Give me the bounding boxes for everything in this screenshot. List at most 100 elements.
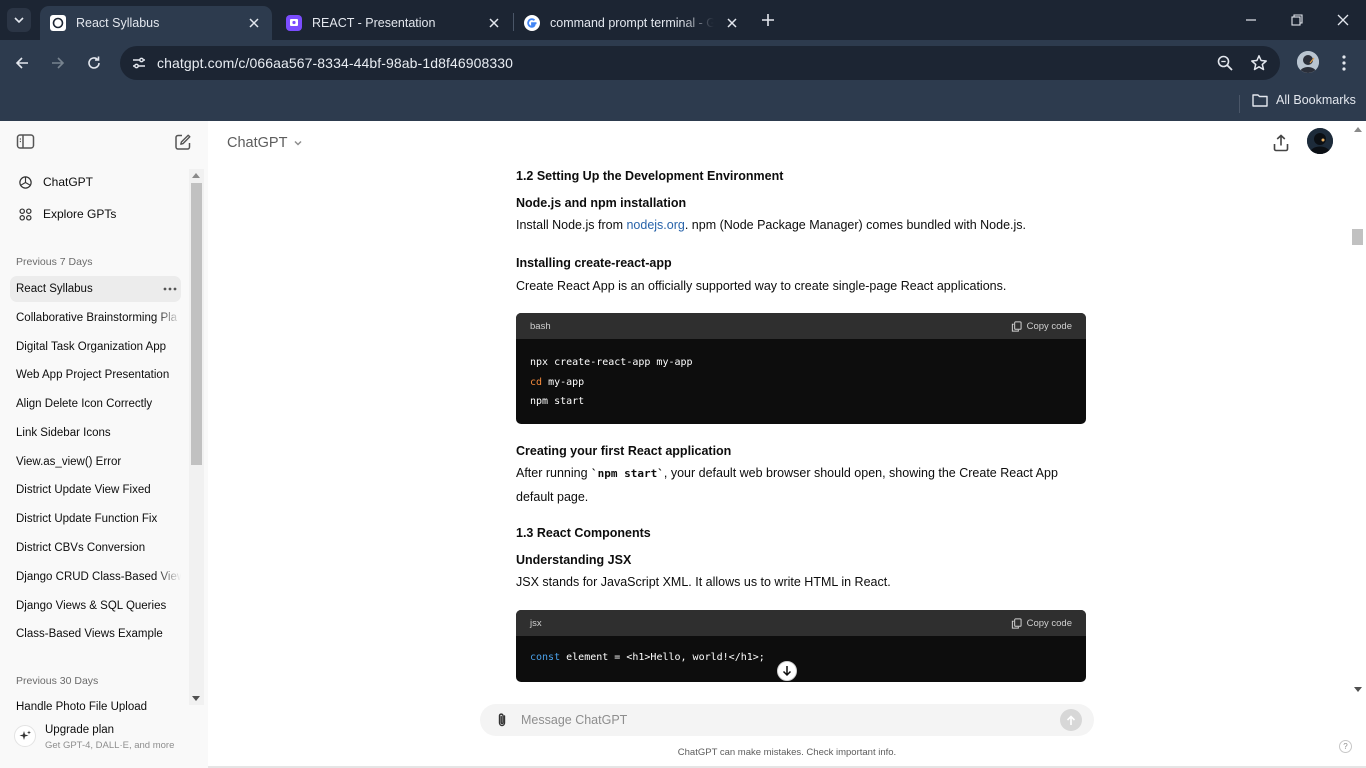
code-token: my-app (542, 376, 585, 388)
section-previous-7-days: Previous 7 Days (16, 256, 93, 268)
tab-title: React Syllabus (76, 16, 160, 30)
nodejs-link[interactable]: nodejs.org (626, 218, 684, 232)
scroll-up-arrow-icon[interactable] (1354, 127, 1362, 132)
address-bar[interactable]: chatgpt.com/c/066aa567-8334-44bf-98ab-1d… (120, 46, 1280, 80)
history-item[interactable]: View.as_view() Error (10, 449, 181, 475)
browser-toolbar: chatgpt.com/c/066aa567-8334-44bf-98ab-1d… (0, 40, 1366, 86)
history-item[interactable]: React Syllabus (10, 276, 181, 302)
message-input[interactable] (521, 710, 1041, 730)
history-item[interactable]: Align Delete Icon Correctly (10, 391, 181, 417)
url-text[interactable]: chatgpt.com/c/066aa567-8334-44bf-98ab-1d… (157, 55, 513, 71)
restore-window-button[interactable] (1274, 0, 1320, 40)
close-tab-icon[interactable] (246, 15, 262, 31)
user-avatar[interactable] (1307, 128, 1333, 154)
history-item[interactable]: Django CRUD Class-Based View (10, 564, 181, 590)
history-item-label: Collaborative Brainstorming Pla (16, 312, 178, 324)
grid-icon (19, 207, 32, 221)
history-item[interactable]: Web App Project Presentation (10, 362, 181, 388)
text: Install Node.js from (516, 218, 627, 232)
minimize-icon (1246, 19, 1256, 21)
code-content: npx create-react-app my-app cd my-app np… (516, 339, 1086, 424)
sidebar-item-label: Explore GPTs (43, 207, 117, 221)
scrollbar-thumb[interactable] (191, 183, 202, 465)
bookmarks-bar: All Bookmarks (0, 86, 1366, 121)
back-button[interactable] (10, 51, 34, 75)
section-heading: 1.3 React Components (516, 526, 651, 540)
history-item-label: Align Delete Icon Correctly (16, 398, 153, 410)
tab-react-syllabus[interactable]: React Syllabus (40, 6, 272, 40)
history-item[interactable]: Digital Task Organization App (10, 334, 181, 360)
scroll-up-arrow-icon[interactable] (192, 173, 200, 178)
sidebar-toggle-icon[interactable] (16, 133, 36, 151)
all-bookmarks-button[interactable]: All Bookmarks (1252, 93, 1356, 107)
arrow-down-icon (782, 666, 792, 677)
zoom-icon[interactable] (1216, 54, 1234, 72)
history-item[interactable]: District CBVs Conversion (10, 535, 181, 561)
tab-search-button[interactable] (7, 8, 31, 32)
new-tab-button[interactable] (757, 9, 779, 31)
close-tab-icon[interactable] (724, 15, 740, 31)
plus-icon (762, 14, 774, 26)
openai-logo-icon (19, 175, 32, 189)
history-item[interactable]: Django Views & SQL Queries (10, 593, 181, 619)
code-token: element = <h1>Hello, world!</h1>; (560, 652, 765, 663)
model-selector[interactable]: ChatGPT (227, 135, 303, 151)
new-chat-icon[interactable] (174, 133, 192, 151)
browser-profile-avatar[interactable] (1297, 51, 1319, 73)
history-item[interactable]: Collaborative Brainstorming Pla (10, 305, 181, 331)
sidebar-scrollbar[interactable] (189, 169, 204, 705)
scroll-to-bottom-button[interactable] (777, 661, 797, 681)
close-window-button[interactable] (1320, 0, 1366, 40)
close-icon (1337, 14, 1349, 26)
section-previous-30-days: Previous 30 Days (16, 675, 99, 687)
history-item[interactable]: Link Sidebar Icons (10, 420, 181, 446)
paragraph: After running `npm start`, your default … (516, 462, 1086, 508)
history-item[interactable]: Class-Based Views Example (10, 621, 181, 647)
scroll-down-arrow-icon[interactable] (192, 696, 200, 701)
main-scrollbar[interactable] (1349, 121, 1366, 696)
history-item-label: District Update View Fixed (16, 484, 151, 496)
inline-code: `npm start` (591, 467, 664, 480)
code-token: const (530, 652, 561, 663)
reload-icon (88, 56, 100, 69)
more-vertical-icon (1342, 55, 1346, 71)
reload-button[interactable] (82, 51, 106, 75)
upgrade-plan-button[interactable]: Upgrade plan Get GPT-4, DALL·E, and more (10, 718, 190, 754)
history-item[interactable]: District Update View Fixed (10, 477, 181, 503)
presentation-favicon-icon (286, 15, 302, 31)
sidebar-item-chatgpt[interactable]: ChatGPT (10, 168, 180, 196)
forward-button[interactable] (46, 51, 70, 75)
copy-code-button[interactable]: Copy code (1011, 321, 1072, 332)
scrollbar-thumb[interactable] (1352, 229, 1363, 245)
browser-menu-button[interactable] (1337, 51, 1351, 75)
history-item[interactable]: District Update Function Fix (10, 506, 181, 532)
sidebar: ChatGPT Explore GPTs Previous 7 Days Rea… (0, 121, 208, 768)
tab-command-prompt[interactable]: command prompt terminal - Go (514, 6, 750, 40)
share-icon[interactable] (1271, 133, 1291, 153)
sidebar-item-explore-gpts[interactable]: Explore GPTs (10, 200, 180, 228)
bookmark-star-icon[interactable] (1250, 54, 1268, 72)
copy-code-button[interactable]: Copy code (1011, 618, 1072, 629)
history-item-label: Handle Photo File Upload (16, 701, 148, 712)
tab-title: command prompt terminal - Go (550, 16, 714, 30)
paragraph: JSX stands for JavaScript XML. It allows… (516, 575, 891, 589)
folder-icon (1252, 94, 1268, 107)
browser-tabstrip: React Syllabus REACT - Presentation comm… (0, 0, 1366, 40)
tab-react-presentation[interactable]: REACT - Presentation (276, 6, 512, 40)
close-tab-icon[interactable] (486, 15, 502, 31)
help-button[interactable]: ? (1339, 740, 1352, 753)
more-horizontal-icon[interactable] (159, 287, 181, 291)
arrow-up-icon (1066, 714, 1076, 725)
site-settings-icon[interactable] (130, 54, 148, 72)
paperclip-icon[interactable] (495, 712, 509, 728)
upgrade-plan-subtitle: Get GPT-4, DALL·E, and more (45, 740, 175, 751)
history-item[interactable]: Handle Photo File Upload (10, 696, 181, 712)
upgrade-plan-title: Upgrade plan (45, 724, 115, 736)
send-button[interactable] (1060, 709, 1082, 731)
scroll-down-arrow-icon[interactable] (1354, 687, 1362, 692)
chatgpt-favicon-icon (50, 15, 66, 31)
section-heading: 1.2 Setting Up the Development Environme… (516, 169, 784, 183)
minimize-window-button[interactable] (1228, 0, 1274, 40)
code-language: bash (530, 320, 551, 332)
subsection-heading: Installing create-react-app (516, 256, 672, 270)
